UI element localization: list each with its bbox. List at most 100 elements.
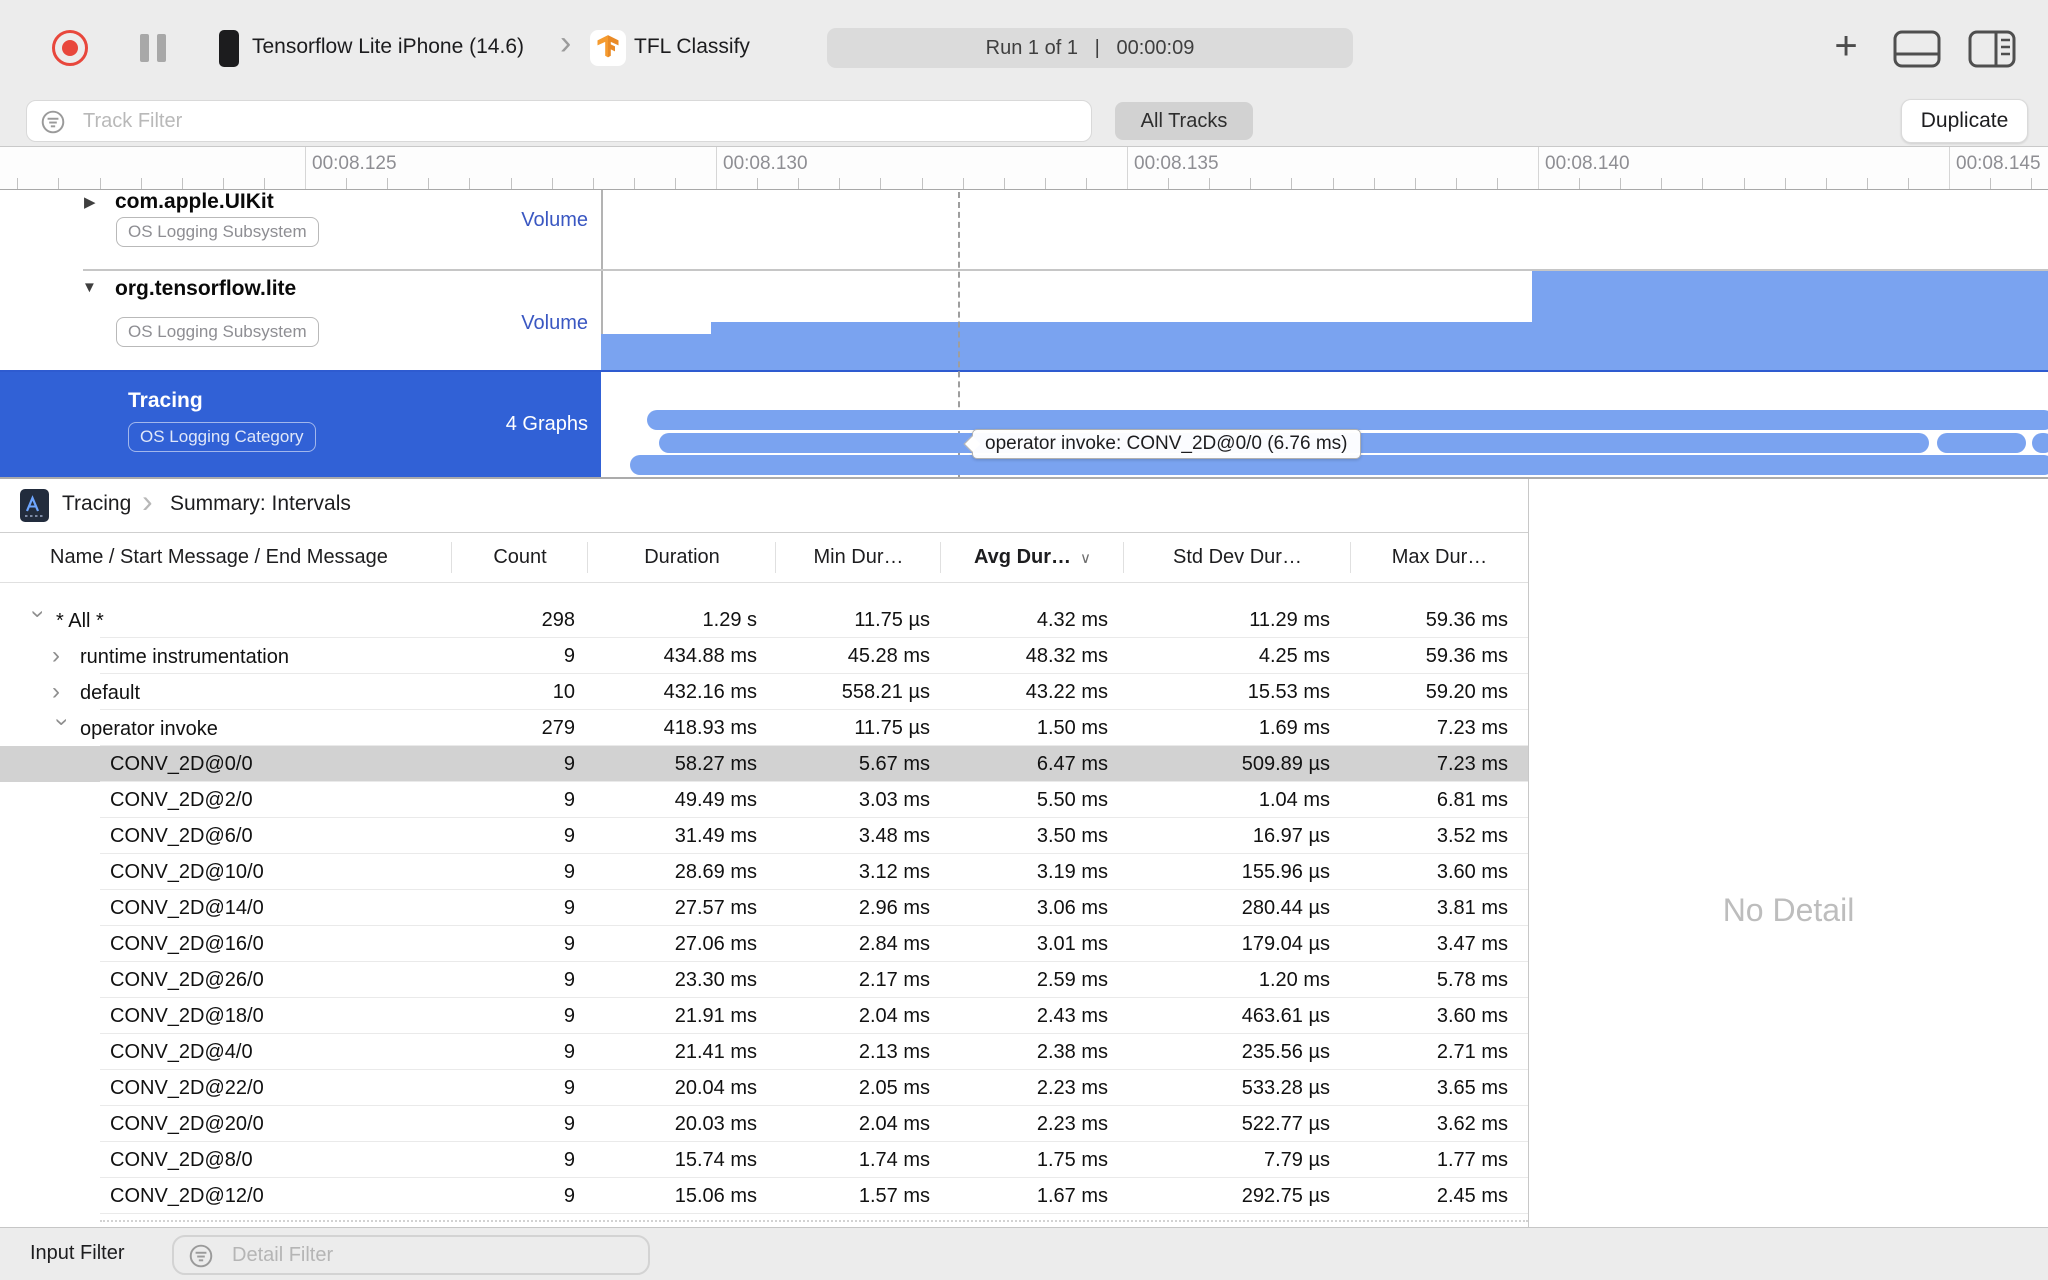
- table-row[interactable]: › operator invoke 279 418.93 ms 11.75 µs 1.50…: [0, 710, 1528, 746]
- table-row[interactable]: CONV_2D@16/0 9 27.06 ms 2.84 ms 3.01 ms 179.0…: [0, 926, 1528, 962]
- ruler-minor-tick: [1661, 178, 1663, 189]
- breadcrumb-item-summary[interactable]: Summary: Intervals: [170, 492, 351, 516]
- row-min-cell: 2.96 ms: [858, 897, 930, 919]
- disclosure-expanded-icon[interactable]: ›: [20, 610, 56, 630]
- duplicate-button[interactable]: Duplicate: [1901, 99, 2028, 143]
- record-button[interactable]: [52, 30, 88, 66]
- ruler-minor-tick: [181, 178, 183, 189]
- row-std_dev-cell: 235.56 µs: [1241, 1041, 1330, 1063]
- row-avg-cell: 3.06 ms: [1036, 897, 1108, 919]
- column-header-min[interactable]: Min Dur…: [776, 533, 941, 582]
- table-row[interactable]: CONV_2D@10/0 9 28.69 ms 3.12 ms 3.19 ms 155.9…: [0, 854, 1528, 890]
- row-min-cell: 1.74 ms: [858, 1149, 930, 1171]
- breadcrumb-item-tracing[interactable]: Tracing: [62, 492, 131, 516]
- toolbar: Tensorflow Lite iPhone (14.6) › TFL Clas…: [0, 0, 2048, 96]
- row-duration-cell: 15.74 ms: [674, 1149, 757, 1171]
- track-name-tensorflow[interactable]: org.tensorflow.lite: [115, 277, 296, 301]
- interval-bar[interactable]: [1937, 433, 2026, 453]
- row-max-cell: 3.52 ms: [1436, 825, 1508, 847]
- table-overflow-hint: [100, 1220, 1528, 1222]
- row-name-cell: CONV_2D@16/0: [0, 926, 452, 962]
- row-name: CONV_2D@8/0: [110, 1149, 253, 1171]
- interval-bar[interactable]: [2032, 433, 2048, 453]
- run-status: Run 1 of 1 | 00:00:09: [827, 28, 1353, 68]
- track-area: ▶ com.apple.UIKit OS Logging Subsystem V…: [0, 190, 2048, 477]
- column-header-duration[interactable]: Duration: [588, 533, 776, 582]
- device-selector[interactable]: Tensorflow Lite iPhone (14.6): [252, 35, 524, 59]
- row-name-cell: › default: [0, 674, 452, 710]
- timeline-ruler[interactable]: 00:08.125 00:08.130 00:08.135 00:08.140 00:0…: [0, 146, 2048, 190]
- ruler-tick-label: 00:08.130: [723, 153, 808, 174]
- interval-bar[interactable]: [647, 410, 2048, 430]
- toggle-right-sidebar-button[interactable]: [1968, 30, 2016, 68]
- row-duration-cell: 21.91 ms: [674, 1005, 757, 1027]
- table-row[interactable]: › default 10 432.16 ms 558.21 µs 43.22 ms 15.5…: [0, 674, 1528, 710]
- row-name: CONV_2D@26/0: [110, 969, 264, 991]
- ruler-minor-tick: [1496, 178, 1498, 189]
- row-count-cell: 9: [563, 789, 575, 811]
- ruler-minor-tick: [757, 178, 759, 189]
- ruler-minor-tick: [880, 178, 882, 189]
- ruler-minor-tick: [140, 178, 142, 189]
- ruler-minor-tick: [1702, 178, 1704, 189]
- ruler-minor-tick: [1291, 178, 1293, 189]
- table-row[interactable]: CONV_2D@4/0 9 21.41 ms 2.13 ms 2.38 ms 235.56…: [0, 1034, 1528, 1070]
- row-name: * All *: [56, 610, 104, 632]
- row-std_dev-cell: 11.29 ms: [1249, 609, 1330, 631]
- toggle-bottom-pane-button[interactable]: [1893, 30, 1941, 68]
- disclosure-expanded-icon[interactable]: ▼: [82, 279, 97, 296]
- target-selector[interactable]: TFL Classify: [634, 35, 750, 59]
- row-max-cell: 59.20 ms: [1425, 681, 1508, 703]
- table-row[interactable]: › runtime instrumentation 9 434.88 ms 45.28 …: [0, 638, 1528, 674]
- table-row[interactable]: CONV_2D@2/0 9 49.49 ms 3.03 ms 5.50 ms 1.04 m…: [0, 782, 1528, 818]
- ruler-minor-tick: [592, 178, 594, 189]
- table-row[interactable]: CONV_2D@14/0 9 27.57 ms 2.96 ms 3.06 ms 280.4…: [0, 890, 1528, 926]
- table-row[interactable]: CONV_2D@8/0 9 15.74 ms 1.74 ms 1.75 ms 7.79 µ…: [0, 1142, 1528, 1178]
- column-header-avg-label: Avg Dur…: [973, 546, 1072, 568]
- row-avg-cell: 3.50 ms: [1036, 825, 1108, 847]
- row-duration-cell: 432.16 ms: [663, 681, 757, 703]
- ruler-minor-tick: [263, 178, 265, 189]
- row-name-cell: CONV_2D@12/0: [0, 1178, 452, 1214]
- column-header-name[interactable]: Name / Start Message / End Message: [0, 533, 452, 582]
- table-row[interactable]: CONV_2D@18/0 9 21.91 ms 2.04 ms 2.43 ms 463.6…: [0, 998, 1528, 1034]
- add-instrument-button[interactable]: +: [1826, 22, 1866, 70]
- pause-button[interactable]: [140, 34, 166, 62]
- interval-tooltip: operator invoke: CONV_2D@0/0 (6.76 ms): [972, 429, 1361, 459]
- ruler-major-tick: [305, 147, 306, 189]
- row-avg-cell: 1.75 ms: [1036, 1149, 1108, 1171]
- track-header-tracing[interactable]: Tracing OS Logging Category 4 Graphs: [0, 372, 601, 477]
- row-name-cell: CONV_2D@4/0: [0, 1034, 452, 1070]
- disclosure-collapsed-icon[interactable]: ›: [52, 674, 72, 710]
- table-row[interactable]: CONV_2D@6/0 9 31.49 ms 3.48 ms 3.50 ms 16.97 …: [0, 818, 1528, 854]
- column-header-stddev[interactable]: Std Dev Dur…: [1124, 533, 1351, 582]
- column-header-count[interactable]: Count: [452, 533, 588, 582]
- row-avg-cell: 2.23 ms: [1036, 1113, 1108, 1135]
- column-header-max[interactable]: Max Dur…: [1351, 533, 1528, 582]
- table-row[interactable]: CONV_2D@12/0 9 15.06 ms 1.57 ms 1.67 ms 292.7…: [0, 1178, 1528, 1214]
- ruler-minor-tick: [58, 178, 60, 189]
- track-filter-input[interactable]: [26, 100, 1092, 142]
- row-avg-cell: 5.50 ms: [1036, 789, 1108, 811]
- detail-filter-input[interactable]: [172, 1235, 650, 1275]
- table-row[interactable]: CONV_2D@20/0 9 20.03 ms 2.04 ms 2.23 ms 522.7…: [0, 1106, 1528, 1142]
- row-count-cell: 9: [563, 645, 575, 667]
- table-row[interactable]: CONV_2D@22/0 9 20.04 ms 2.05 ms 2.23 ms 533.2…: [0, 1070, 1528, 1106]
- row-min-cell: 2.84 ms: [858, 933, 930, 955]
- ruler-minor-tick: [510, 178, 512, 189]
- column-header-avg[interactable]: Avg Dur… ∨: [941, 533, 1124, 582]
- row-min-cell: 45.28 ms: [847, 645, 930, 667]
- row-name: runtime instrumentation: [80, 646, 289, 668]
- row-name-cell: CONV_2D@26/0: [0, 962, 452, 998]
- row-max-cell: 3.60 ms: [1436, 861, 1508, 883]
- disclosure-expanded-icon[interactable]: ›: [44, 718, 80, 738]
- pause-icon: [157, 34, 166, 62]
- all-tracks-button[interactable]: All Tracks: [1115, 102, 1253, 140]
- table-row[interactable]: CONV_2D@26/0 9 23.30 ms 2.17 ms 2.59 ms 1.20 …: [0, 962, 1528, 998]
- volume-chart-step: [1532, 271, 2048, 371]
- row-max-cell: 3.81 ms: [1436, 897, 1508, 919]
- table-row[interactable]: CONV_2D@0/0 9 58.27 ms 5.67 ms 6.47 ms 509.89…: [0, 746, 1528, 782]
- table-row[interactable]: › * All * 298 1.29 s 11.75 µs 4.32 ms 11.29 ms…: [0, 602, 1528, 638]
- disclosure-collapsed-icon[interactable]: ›: [52, 638, 72, 674]
- ruler-minor-tick: [1825, 178, 1827, 189]
